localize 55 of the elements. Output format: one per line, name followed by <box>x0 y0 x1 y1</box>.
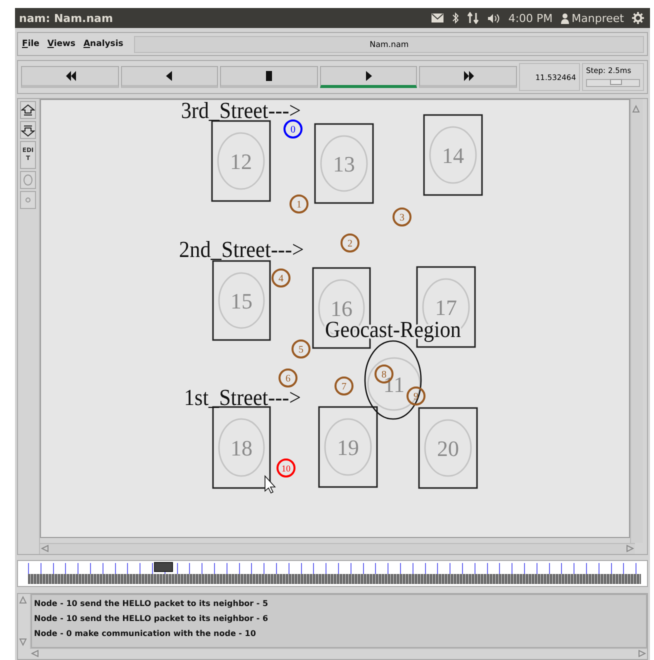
user-icon[interactable] <box>560 12 569 24</box>
scroll-right-icon[interactable] <box>626 544 635 553</box>
building-block: 13 <box>314 123 374 204</box>
speaker-icon[interactable] <box>487 12 500 24</box>
network-node: 3 <box>392 208 412 226</box>
gear-icon[interactable] <box>632 12 644 24</box>
scroll-up-icon[interactable] <box>18 596 28 605</box>
cursor-icon <box>264 474 276 494</box>
zoom-out-button[interactable] <box>20 121 36 139</box>
file-name-field[interactable]: Nam.nam <box>134 36 644 52</box>
menu-item[interactable]: File <box>21 39 40 49</box>
step-slider[interactable] <box>586 79 640 87</box>
user-name[interactable]: Manpreet <box>572 12 624 24</box>
menu-item[interactable]: Views <box>46 39 76 49</box>
window-title: nam: Nam.nam <box>19 12 113 24</box>
building-block: 15 <box>212 260 271 341</box>
scroll-down-icon[interactable] <box>18 637 28 646</box>
network-arrows-icon[interactable] <box>467 12 480 24</box>
circle-button[interactable] <box>20 171 36 189</box>
network-node: 0 <box>284 120 302 138</box>
scroll-left-icon[interactable] <box>40 544 49 553</box>
building-block: 20 <box>418 407 478 489</box>
scroll-up-icon[interactable] <box>631 104 641 114</box>
time-marker[interactable] <box>154 562 173 572</box>
stop-button[interactable] <box>220 66 318 88</box>
fast-rewind-button[interactable] <box>21 66 119 88</box>
bluetooth-icon[interactable] <box>452 12 460 24</box>
network-node: 1 <box>290 194 308 214</box>
scroll-left-icon[interactable] <box>30 649 39 658</box>
network-node: 2 <box>340 234 360 252</box>
network-node: 10 <box>276 458 296 478</box>
mail-icon[interactable] <box>431 13 444 23</box>
dot-button[interactable] <box>20 191 36 209</box>
fast-forward-button[interactable] <box>419 66 517 88</box>
network-node: 4 <box>272 268 290 288</box>
zoom-out-icon <box>21 124 35 136</box>
building-block: 14 <box>423 114 483 196</box>
log-line: Node - 0 make communication with the node - 10 <box>34 628 257 640</box>
log-line: Node - 10 send the HELLO packet to its neighbor - 5 <box>34 598 270 610</box>
zoom-in-button[interactable] <box>20 101 36 119</box>
network-node: 5 <box>292 340 310 358</box>
clock-text[interactable]: 4:00 PM <box>508 12 553 24</box>
building-block: 12 <box>211 120 271 202</box>
circle-icon <box>21 174 35 186</box>
log-line: Node - 10 send the HELLO packet to its neighbor - 6 <box>34 613 270 625</box>
building-block: 19 <box>318 406 378 488</box>
street-label: 2nd_Street---> <box>179 237 315 262</box>
zoom-in-icon <box>21 104 35 116</box>
menu-item[interactable]: Analysis <box>82 39 124 49</box>
network-node: 6 <box>278 368 298 388</box>
timeline-track[interactable] <box>28 563 641 584</box>
scroll-right-icon[interactable] <box>638 649 647 658</box>
slider-thumb[interactable] <box>610 79 622 85</box>
network-node: 7 <box>334 376 354 396</box>
building-block: 18 <box>212 406 271 489</box>
